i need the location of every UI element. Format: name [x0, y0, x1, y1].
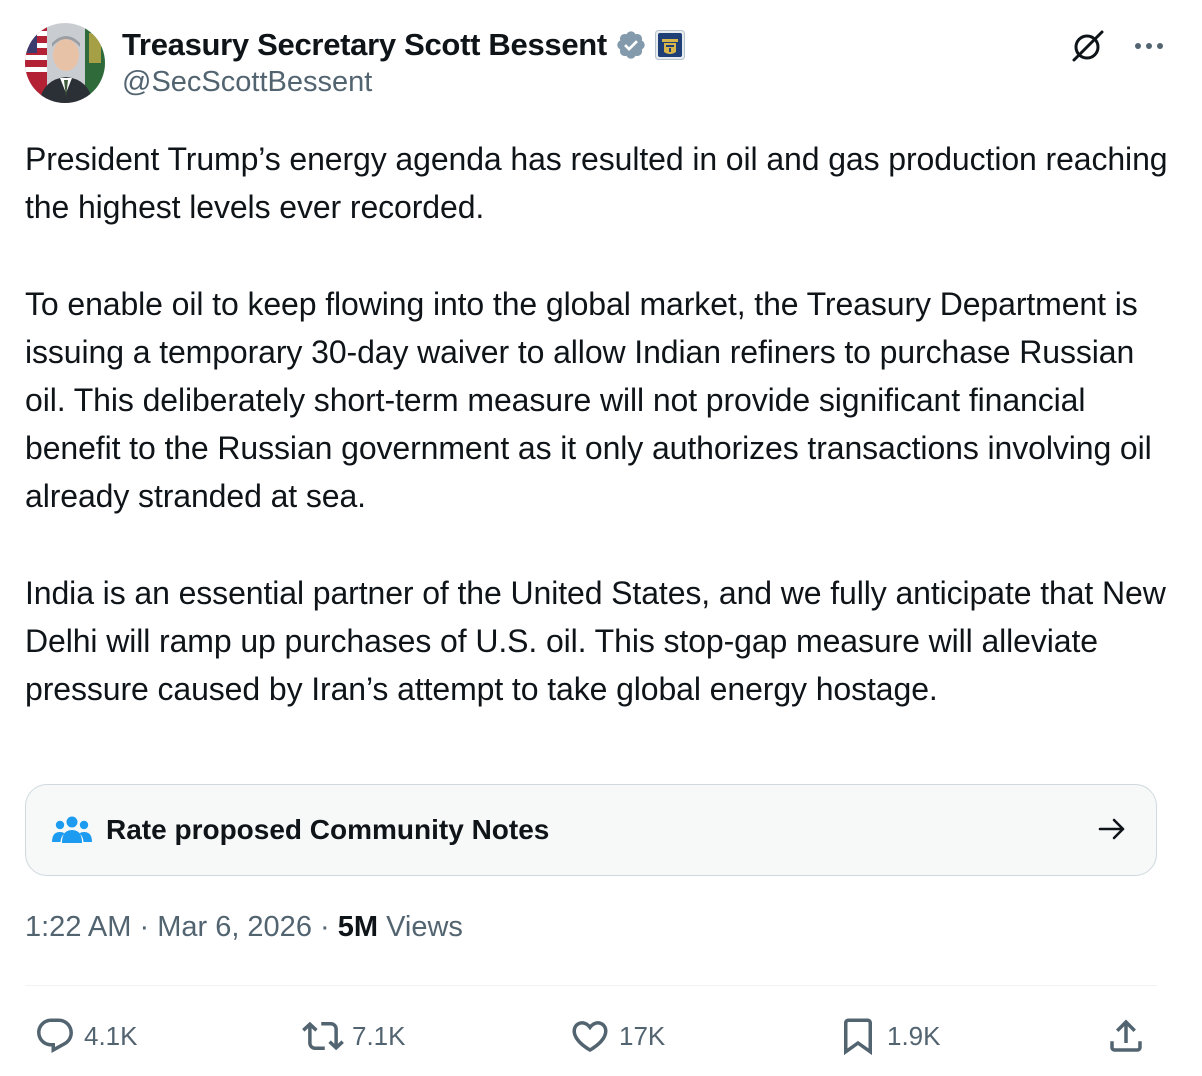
reply-button[interactable]: 4.1K: [34, 1013, 138, 1059]
meta-separator: ·: [131, 911, 158, 943]
repost-icon: [302, 1021, 344, 1051]
treasury-seal-icon[interactable]: [654, 30, 685, 60]
author-handle[interactable]: @SecScottBessent: [122, 66, 372, 99]
bookmark-icon: [844, 1018, 872, 1056]
share-icon: [1110, 1019, 1142, 1052]
verified-badge-icon[interactable]: [615, 29, 647, 61]
more-options-icon[interactable]: [1132, 29, 1166, 63]
bookmark-count: 1.9K: [887, 1020, 941, 1051]
author-name-row: Treasury Secretary Scott Bessent: [122, 26, 685, 64]
tweet-paragraph: President Trump’s energy agenda has resu…: [25, 141, 1168, 226]
reply-icon: [37, 1018, 73, 1053]
author-display-name[interactable]: Treasury Secretary Scott Bessent: [122, 27, 607, 63]
grok-icon[interactable]: [1070, 28, 1106, 64]
community-people-icon: [52, 816, 92, 843]
arrow-right-icon: [1098, 818, 1125, 840]
tweet-meta: 1:22 AM · Mar 6, 2026 · 5M Views: [25, 911, 463, 944]
like-icon: [572, 1021, 608, 1053]
repost-button[interactable]: 7.1K: [302, 1013, 406, 1059]
bookmark-button[interactable]: 1.9K: [837, 1013, 941, 1059]
avatar-image: [25, 23, 105, 103]
divider: [25, 985, 1157, 986]
meta-separator: ·: [311, 911, 338, 943]
tweet-date[interactable]: Mar 6, 2026: [157, 911, 312, 943]
share-button[interactable]: [1105, 1013, 1147, 1059]
repost-count: 7.1K: [352, 1020, 406, 1051]
community-notes-label: Rate proposed Community Notes: [106, 814, 550, 845]
views-count[interactable]: 5M: [338, 911, 378, 943]
reply-count: 4.1K: [84, 1020, 138, 1051]
tweet-text: President Trump’s energy agenda has resu…: [25, 135, 1175, 713]
avatar[interactable]: [25, 23, 105, 103]
tweet-time[interactable]: 1:22 AM: [25, 911, 131, 943]
rate-community-notes-button[interactable]: Rate proposed Community Notes: [25, 784, 1157, 876]
tweet-top-actions: [1070, 28, 1166, 64]
views-label: Views: [378, 911, 463, 943]
like-count: 17K: [619, 1020, 666, 1051]
tweet-paragraph: To enable oil to keep flowing into the g…: [25, 285, 1152, 515]
like-button[interactable]: 17K: [569, 1013, 665, 1059]
tweet-paragraph: India is an essential partner of the Uni…: [25, 574, 1166, 708]
